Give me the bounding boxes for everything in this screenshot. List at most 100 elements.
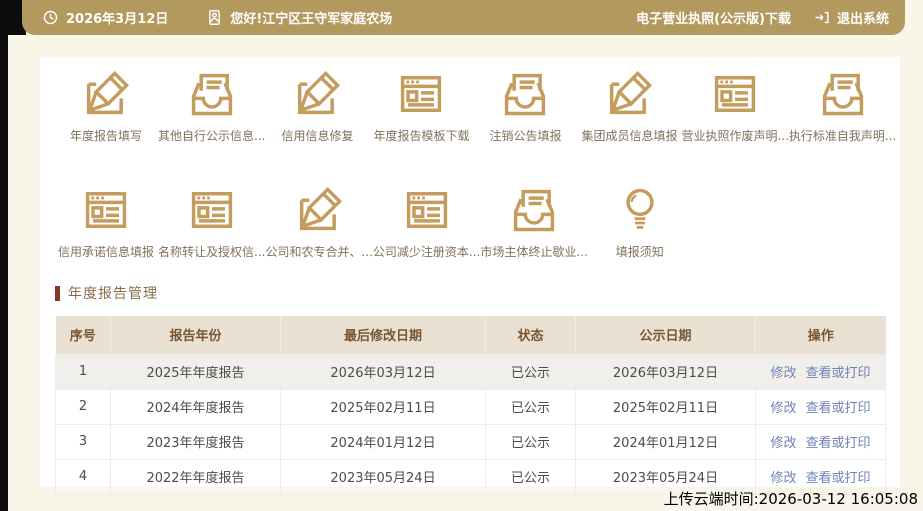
menu-company-merger[interactable]: 公司和农专合并、... (265, 184, 373, 260)
col-header-status: 状态 (485, 316, 576, 355)
main-card: 年度报告填写 其他自行公示信息... 信用信息修复 年度报告模板下载 注销公告填… (40, 57, 900, 495)
table-header-row: 序号 报告年份 最后修改日期 状态 公示日期 操作 (55, 316, 886, 355)
menu-group-member-info[interactable]: 集团成员信息填报 (577, 68, 681, 144)
edit-icon (291, 68, 343, 120)
cell-status: 已公示 (485, 458, 576, 495)
view-print-link[interactable]: 查看或打印 (806, 471, 871, 486)
cell-actions: 修改 查看或打印 (755, 353, 886, 390)
modify-link[interactable]: 修改 (770, 436, 796, 451)
cell-published: 2025年02月11日 (575, 388, 756, 425)
browser-icon (709, 68, 761, 120)
cell-actions: 修改 查看或打印 (755, 388, 886, 425)
menu-capital-reduction[interactable]: 公司减少注册资本... (373, 184, 480, 260)
cell-modified: 2025年02月11日 (280, 388, 486, 425)
icon-label: 集团成员信息填报 (581, 129, 678, 143)
cell-year: 2022年年度报告 (110, 458, 281, 495)
menu-credit-commitment-info[interactable]: 信用承诺信息填报 (54, 184, 158, 260)
section-accent-bar (55, 285, 60, 301)
browser-icon (80, 184, 132, 236)
menu-credit-repair[interactable]: 信用信息修复 (265, 68, 369, 144)
col-header-year: 报告年份 (110, 316, 281, 355)
menu-report-template-download[interactable]: 年度报告模板下载 (369, 68, 473, 144)
col-header-modified: 最后修改日期 (280, 316, 486, 355)
icon-label: 营业执照作废声明... (681, 129, 789, 143)
table-row: 3 2023年年度报告 2024年01月12日 已公示 2024年01月12日 … (55, 423, 886, 460)
inbox-icon (186, 68, 238, 120)
license-download-link[interactable]: 电子营业执照(公示版)下载 (636, 8, 791, 27)
table-row: 1 2025年年度报告 2026年03月12日 已公示 2026年03月12日 … (55, 353, 886, 390)
browser-icon (401, 184, 453, 236)
icon-label: 执行标准自我声明... (788, 129, 897, 143)
section-title: 年度报告管理 (68, 286, 158, 302)
icon-label: 名称转让及授权信... (158, 245, 266, 259)
cell-no: 4 (55, 458, 111, 495)
menu-business-termination[interactable]: 市场主体终止歇业... (480, 184, 588, 260)
modify-link[interactable]: 修改 (770, 471, 796, 486)
logout-button[interactable]: 退出系统 (813, 8, 889, 27)
icon-label: 年度报告模板下载 (373, 129, 470, 143)
bulb-icon (614, 184, 666, 236)
cell-status: 已公示 (485, 388, 576, 425)
menu-cancellation-notice[interactable]: 注销公告填报 (473, 68, 577, 144)
logout-label: 退出系统 (836, 12, 889, 27)
menu-standard-self-declaration[interactable]: 执行标准自我声明... (789, 68, 896, 144)
topbar-date: 2026年3月12日 (66, 12, 169, 27)
inbox-icon (508, 184, 560, 236)
cell-year: 2025年年度报告 (110, 353, 281, 390)
icon-label: 年度报告填写 (69, 129, 142, 143)
icon-label: 信用承诺信息填报 (57, 245, 154, 259)
modify-link[interactable]: 修改 (770, 401, 796, 416)
cell-modified: 2023年05月24日 (280, 458, 486, 495)
icon-row-1: 年度报告填写 其他自行公示信息... 信用信息修复 年度报告模板下载 注销公告填… (54, 68, 896, 144)
cell-no: 3 (55, 423, 111, 460)
cell-published: 2026年03月12日 (575, 353, 756, 390)
cell-status: 已公示 (485, 353, 576, 390)
cell-modified: 2026年03月12日 (280, 353, 486, 390)
screen-left-edge (0, 0, 8, 511)
topbar-greeting: 您好!江宁区王守军家庭农场 (230, 12, 393, 27)
icon-label: 市场主体终止歇业... (480, 245, 588, 259)
cell-no: 2 (55, 388, 111, 425)
icon-label: 公司和农专合并、... (265, 245, 373, 259)
col-header-actions: 操作 (755, 316, 886, 355)
edit-icon (293, 184, 345, 236)
exit-icon (813, 9, 830, 26)
cell-actions: 修改 查看或打印 (755, 423, 886, 460)
cell-year: 2023年年度报告 (110, 423, 281, 460)
icon-label: 公司减少注册资本... (372, 245, 481, 259)
col-header-published: 公示日期 (575, 316, 756, 355)
topbar: 2026年3月12日 您好!江宁区王守军家庭农场 电子营业执照(公示版)下载 退… (22, 0, 905, 35)
annual-report-table: 序号 报告年份 最后修改日期 状态 公示日期 操作 1 2025年年度报告 20… (55, 316, 886, 495)
cell-modified: 2024年01月12日 (280, 423, 486, 460)
icon-label: 填报须知 (615, 245, 664, 259)
edit-icon (603, 68, 655, 120)
cell-year: 2024年年度报告 (110, 388, 281, 425)
cell-no: 1 (55, 353, 111, 390)
inbox-icon (817, 68, 869, 120)
function-icon-grid: 年度报告填写 其他自行公示信息... 信用信息修复 年度报告模板下载 注销公告填… (40, 57, 900, 260)
view-print-link[interactable]: 查看或打印 (806, 366, 871, 381)
menu-license-void-statement[interactable]: 营业执照作废声明... (681, 68, 789, 144)
menu-name-transfer-authorization[interactable]: 名称转让及授权信... (158, 184, 265, 260)
cell-status: 已公示 (485, 423, 576, 460)
section-header: 年度报告管理 (55, 283, 900, 303)
browser-icon (186, 184, 238, 236)
clock-icon (42, 9, 59, 26)
view-print-link[interactable]: 查看或打印 (806, 436, 871, 451)
icon-row-2: 信用承诺信息填报 名称转让及授权信... 公司和农专合并、... 公司减少注册资… (54, 184, 888, 260)
icon-label: 其他自行公示信息... (158, 129, 266, 143)
browser-icon (395, 68, 447, 120)
icon-label: 信用信息修复 (281, 129, 354, 143)
upload-timestamp: 上传云端时间:2026-03-12 16:05:08 (663, 490, 918, 508)
menu-filing-instructions[interactable]: 填报须知 (588, 184, 692, 260)
menu-annual-report-fill[interactable]: 年度报告填写 (54, 68, 158, 144)
user-badge-icon (206, 9, 223, 26)
cell-published: 2024年01月12日 (575, 423, 756, 460)
view-print-link[interactable]: 查看或打印 (806, 401, 871, 416)
edit-icon (80, 68, 132, 120)
icon-label: 注销公告填报 (489, 129, 562, 143)
col-header-no: 序号 (55, 316, 111, 355)
modify-link[interactable]: 修改 (770, 366, 796, 381)
menu-other-publicity-info[interactable]: 其他自行公示信息... (158, 68, 265, 144)
table-row: 2 2024年年度报告 2025年02月11日 已公示 2025年02月11日 … (55, 388, 886, 425)
